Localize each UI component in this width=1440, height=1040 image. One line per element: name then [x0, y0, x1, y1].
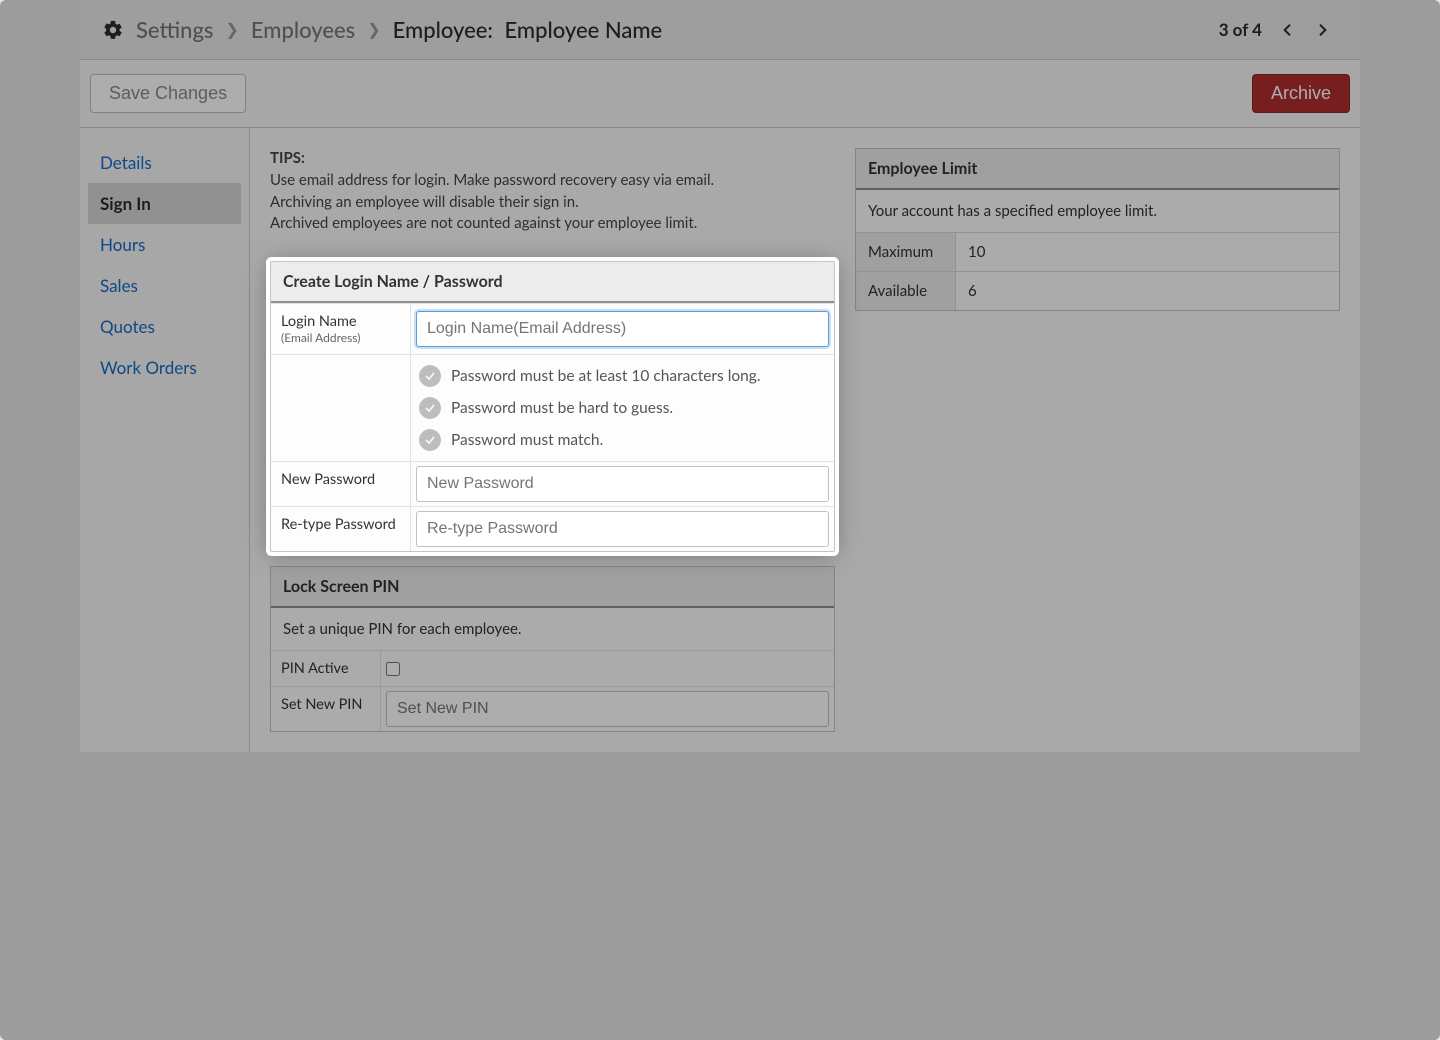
pin-panel-note: Set a unique PIN for each employee.: [271, 608, 834, 650]
chevron-left-icon: [1280, 18, 1296, 42]
chevron-right-icon: [1314, 18, 1330, 42]
password-rule: Password must be at least 10 characters …: [419, 365, 761, 387]
breadcrumb-employees[interactable]: Employees: [251, 16, 355, 43]
tips-line: Use email address for login. Make passwo…: [270, 170, 835, 192]
limit-avail-value: 6: [956, 272, 1339, 310]
chevron-right-icon: ❯: [367, 20, 380, 39]
chevron-right-icon: ❯: [225, 20, 238, 39]
tab-hours[interactable]: Hours: [88, 224, 241, 265]
login-name-input[interactable]: [416, 311, 829, 347]
password-rule: Password must match.: [419, 429, 603, 451]
breadcrumb-current: Employee: Employee Name: [393, 16, 663, 43]
action-bar: Save Changes Archive: [80, 60, 1360, 128]
next-record-button[interactable]: [1306, 12, 1338, 48]
check-circle-icon: [419, 397, 441, 419]
archive-button[interactable]: Archive: [1252, 74, 1350, 113]
content-area: Details Sign In Hours Sales Quotes Work …: [80, 128, 1360, 752]
tab-sales[interactable]: Sales: [88, 265, 241, 306]
tips-line: Archived employees are not counted again…: [270, 213, 835, 235]
employee-limit-panel: Employee Limit Your account has a specif…: [855, 148, 1340, 311]
limit-max-label: Maximum: [856, 233, 956, 271]
pin-panel-title: Lock Screen PIN: [271, 567, 834, 608]
breadcrumb-settings[interactable]: Settings: [136, 16, 213, 43]
save-button[interactable]: Save Changes: [90, 74, 246, 113]
record-count: 3 of 4: [1219, 19, 1262, 40]
employee-limit-title: Employee Limit: [856, 149, 1339, 190]
new-password-label: New Password: [271, 462, 411, 506]
pin-panel: Lock Screen PIN Set a unique PIN for eac…: [270, 566, 835, 732]
tab-work-orders[interactable]: Work Orders: [88, 347, 241, 388]
login-name-label: Login Name (Email Address): [271, 304, 411, 354]
check-circle-icon: [419, 365, 441, 387]
tips-block: TIPS: Use email address for login. Make …: [270, 148, 835, 235]
password-rules: Password must be at least 10 characters …: [411, 355, 834, 461]
login-panel: Create Login Name / Password Login Name …: [270, 261, 835, 552]
new-password-input[interactable]: [416, 466, 829, 502]
pin-active-checkbox[interactable]: [386, 662, 400, 676]
prev-record-button[interactable]: [1272, 12, 1304, 48]
pin-active-label: PIN Active: [271, 651, 381, 686]
breadcrumb-current-value: Employee Name: [505, 16, 663, 43]
tab-sign-in[interactable]: Sign In: [88, 183, 241, 224]
retype-password-input[interactable]: [416, 511, 829, 547]
record-pager: 3 of 4: [1219, 12, 1338, 48]
tab-details[interactable]: Details: [88, 142, 241, 183]
employee-limit-note: Your account has a specified employee li…: [856, 190, 1339, 232]
password-rule: Password must be hard to guess.: [419, 397, 673, 419]
breadcrumb: Settings ❯ Employees ❯ Employee: Employe…: [102, 16, 662, 43]
retype-password-label: Re-type Password: [271, 507, 411, 551]
set-pin-label: Set New PIN: [271, 687, 381, 731]
tab-quotes[interactable]: Quotes: [88, 306, 241, 347]
breadcrumb-current-label: Employee:: [393, 16, 493, 43]
main-panel: TIPS: Use email address for login. Make …: [250, 128, 1360, 752]
limit-max-value: 10: [956, 233, 1339, 271]
set-pin-input[interactable]: [386, 691, 829, 727]
limit-avail-label: Available: [856, 272, 956, 310]
topbar: Settings ❯ Employees ❯ Employee: Employe…: [80, 0, 1360, 60]
sidebar: Details Sign In Hours Sales Quotes Work …: [80, 128, 250, 752]
password-rules-spacer: [271, 355, 411, 461]
login-panel-title: Create Login Name / Password: [271, 262, 834, 303]
tips-line: Archiving an employee will disable their…: [270, 192, 835, 214]
gear-icon: [102, 19, 124, 41]
check-circle-icon: [419, 429, 441, 451]
tips-heading: TIPS:: [270, 148, 835, 170]
